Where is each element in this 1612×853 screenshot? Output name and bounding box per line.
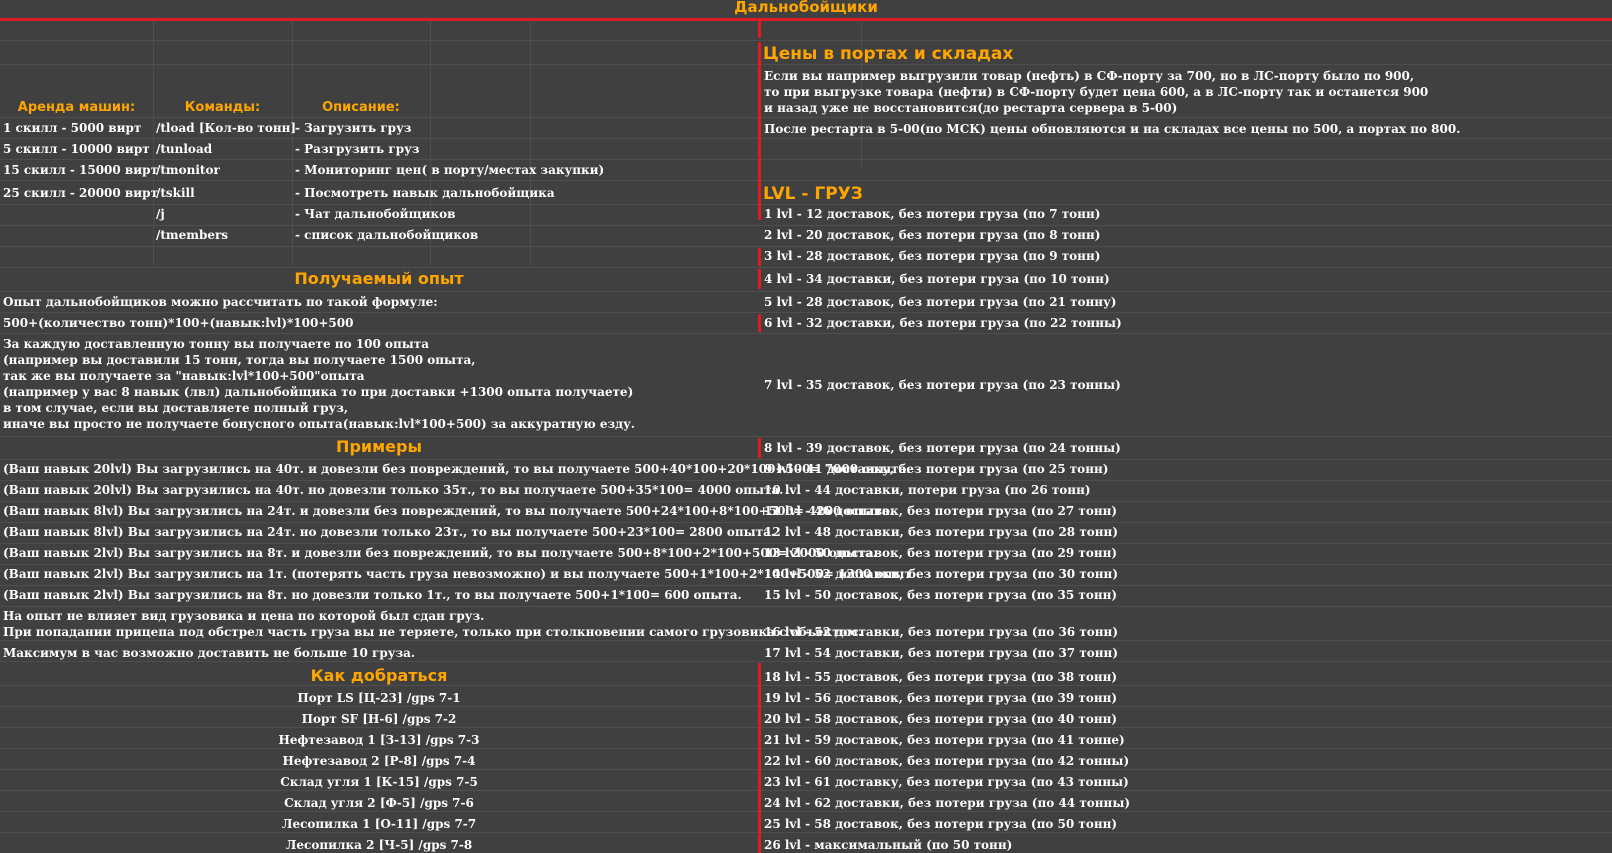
level-row: 1 lvl - 12 доставок, без потери груза (п…	[764, 207, 1101, 221]
exp-line: (например у вас 8 навык (лвл) дальнобойщ…	[3, 385, 634, 399]
restart-text: После рестарта в 5-00(по МСК) цены обнов…	[764, 122, 1461, 136]
exp-line: так же вы получаете за "навык:lvl*100+50…	[3, 369, 365, 383]
level-row: 3 lvl - 28 доставок, без потери груза (п…	[764, 249, 1101, 263]
exp-formula-intro: Опыт дальнобойщиков можно рассчитать по …	[3, 295, 438, 309]
red-divider	[758, 438, 761, 458]
level-row: 19 lvl - 56 доставок, без потери груза (…	[764, 691, 1118, 705]
level-row: 14 lvl - 52 доставки, без потери груза (…	[764, 567, 1118, 581]
level-row: 6 lvl - 32 доставки, без потери груза (п…	[764, 316, 1122, 330]
note-line: На опыт не влияет вид грузовика и цена п…	[3, 609, 485, 623]
description-cell: - Мониторинг цен( в порту/местах закупки…	[295, 163, 605, 177]
note-line: При попадании прицепа под обстрел часть …	[3, 625, 863, 639]
level-row: 8 lvl - 39 доставок, без потери груза (п…	[764, 441, 1121, 455]
exp-line: иначе вы просто не получаете бонусного о…	[3, 417, 635, 431]
route-row: Порт SF [Н-6] /gps 7-2	[301, 712, 457, 726]
route-header: Как добраться	[310, 666, 448, 685]
rent-cell: 5 скилл - 10000 вирт	[3, 142, 150, 156]
command-cell: /tmembers	[156, 228, 229, 242]
red-divider	[758, 269, 761, 289]
description-header: Описание:	[322, 100, 400, 115]
route-row: Нефтезавод 1 [З-13] /gps 7-3	[278, 733, 480, 747]
example-row: (Ваш навык 8lvl) Вы загрузились на 24т. …	[3, 504, 894, 518]
level-row: 10 lvl - 44 доставки, потери груза (по 2…	[764, 483, 1091, 497]
commands-header: Команды:	[184, 100, 261, 115]
examples-header: Примеры	[336, 437, 422, 456]
level-row: 5 lvl - 28 доставок, без потери груза (п…	[764, 295, 1117, 309]
route-row: Нефтезавод 2 [Р-8] /gps 7-4	[282, 754, 476, 768]
level-row: 7 lvl - 35 доставок, без потери груза (п…	[764, 378, 1121, 392]
command-cell: /tload [Кол-во тонн]	[156, 121, 297, 135]
level-row: 24 lvl - 62 доставки, без потери груза (…	[764, 796, 1131, 810]
route-row: Порт LS [Ц-23] /gps 7-1	[297, 691, 461, 705]
red-divider	[758, 314, 761, 332]
rent-cell: 15 скилл - 15000 вирт	[3, 163, 158, 177]
level-row: 16 lvl - 52 доставки, без потери груза (…	[764, 625, 1118, 639]
level-row: 23 lvl - 61 доставку, без потери груза (…	[764, 775, 1129, 789]
lvl-header: LVL - ГРУЗ	[763, 184, 863, 204]
level-row: 15 lvl - 50 доставок, без потери груза (…	[764, 588, 1118, 602]
description-cell: - список дальнобойщиков	[295, 228, 479, 242]
level-row: 18 lvl - 55 доставок, без потери груза (…	[764, 670, 1118, 684]
level-row: 20 lvl - 58 доставок, без потери груза (…	[764, 712, 1118, 726]
red-divider	[758, 248, 761, 266]
description-cell: - Разгрузить груз	[295, 142, 420, 156]
level-row: 9 lvl - 41 доставку, без потери груза (п…	[764, 462, 1109, 476]
exp-line: в том случае, если вы доставляете полный…	[3, 401, 349, 415]
rent-cell: 25 скилл - 20000 вирт	[3, 186, 158, 200]
prices-line: то при выгрузке товара (нефти) в СФ-порт…	[764, 85, 1429, 99]
level-row: 21 lvl - 59 доставок, без потери груза (…	[764, 733, 1125, 747]
rent-cell: 1 скилл - 5000 вирт	[3, 121, 142, 135]
description-cell: - Загрузить груз	[295, 121, 412, 135]
level-row: 11 lvl - 46 доставок, без потери груза (…	[764, 504, 1118, 518]
prices-header: Цены в портах и складах	[763, 44, 1014, 64]
rent-header: Аренда машин:	[17, 100, 136, 115]
description-cell: - Посмотреть навык дальнобойщика	[295, 186, 555, 200]
example-row: (Ваш навык 8lvl) Вы загрузились на 24т. …	[3, 525, 776, 539]
level-row: 17 lvl - 54 доставки, без потери груза (…	[764, 646, 1118, 660]
title-divider	[0, 18, 1612, 21]
route-row: Лесопилка 2 [Ч-5] /gps 7-8	[285, 838, 473, 852]
command-cell: /tmonitor	[156, 163, 220, 177]
level-row: 13 lvl - 50 доставок, без потери груза (…	[764, 546, 1118, 560]
route-row: Склад угля 1 [К-15] /gps 7-5	[280, 775, 478, 789]
prices-line: Если вы например выгрузили товар (нефть)…	[764, 69, 1415, 83]
page-title: Дальнобойщики	[734, 0, 878, 16]
description-cell: - Чат дальнобойщиков	[295, 207, 456, 221]
exp-line: За каждую доставленную тонну вы получает…	[3, 337, 430, 351]
level-row: 12 lvl - 48 доставки, без потери груза (…	[764, 525, 1118, 539]
command-cell: /tunload	[156, 142, 213, 156]
example-row: (Ваш навык 2lvl) Вы загрузились на 8т. и…	[3, 546, 878, 560]
red-divider	[758, 663, 761, 853]
level-row: 22 lvl - 60 доставок, без потери груза (…	[764, 754, 1130, 768]
level-row: 26 lvl - максимальный (по 50 тонн)	[764, 838, 1013, 852]
exp-line: (например вы доставили 15 тонн, тогда вы…	[3, 353, 476, 367]
level-row: 4 lvl - 34 доставки, без потери груза (п…	[764, 272, 1110, 286]
level-row: 2 lvl - 20 доставок, без потери груза (п…	[764, 228, 1101, 242]
red-divider	[758, 21, 761, 38]
red-divider	[758, 182, 761, 202]
example-row: (Ваш навык 20lvl) Вы загрузились на 40т.…	[3, 483, 784, 497]
prices-line: и назад уже не восстановится(до рестарта…	[764, 101, 1178, 115]
level-row: 25 lvl - 58 доставок, без потери груза (…	[764, 817, 1118, 831]
route-row: Лесопилка 1 [О-11] /gps 7-7	[281, 817, 477, 831]
example-row: (Ваш навык 2lvl) Вы загрузились на 8т. н…	[3, 588, 742, 602]
exp-formula: 500+(количество тонн)*100+(навык:lvl)*10…	[3, 316, 354, 330]
command-cell: /tskill	[156, 186, 195, 200]
max-note: Максимум в час возможно доставить не бол…	[3, 646, 416, 660]
route-row: Склад угля 2 [Ф-5] /gps 7-6	[284, 796, 474, 810]
command-cell: /j	[156, 207, 165, 221]
exp-header: Получаемый опыт	[294, 269, 464, 288]
